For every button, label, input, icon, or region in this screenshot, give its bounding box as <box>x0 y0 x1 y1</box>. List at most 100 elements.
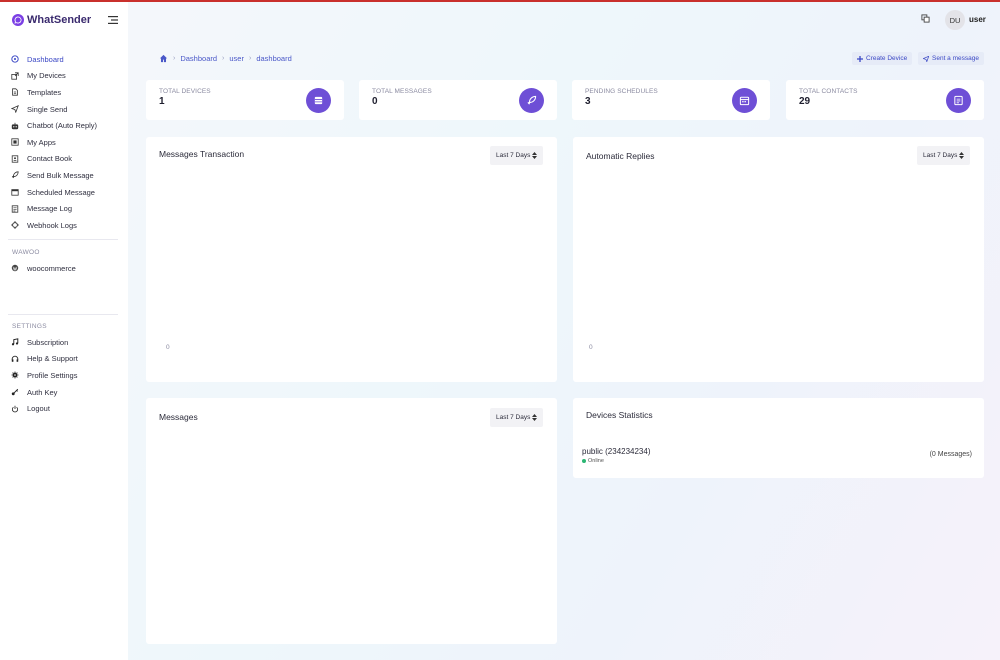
stat-label: TOTAL MESSAGES <box>372 88 432 95</box>
sidebar-item-message-log[interactable]: Message Log <box>10 200 122 217</box>
sidebar-item-scheduled-message[interactable]: Scheduled Message <box>10 184 122 201</box>
messages-transaction-card: Messages Transaction Last 7 Days 0 <box>146 137 557 382</box>
sidebar-item-subscription[interactable]: Subscription <box>10 334 122 351</box>
sidebar-section-settings: SETTINGS <box>12 323 47 330</box>
sidebar-divider <box>8 314 118 315</box>
breadcrumb-separator: › <box>173 55 176 62</box>
sidebar-item-label: Auth Key <box>27 387 58 397</box>
sidebar-nav-wawoo: woocommerce <box>10 260 122 277</box>
menu-toggle-icon[interactable] <box>108 16 118 24</box>
breadcrumb-item-current: dashboard <box>256 54 292 63</box>
sidebar-item-label: Subscription <box>27 337 69 347</box>
sidebar-item-chatbot[interactable]: Chatbot (Auto Reply) <box>10 117 122 134</box>
stat-card-total-messages: TOTAL MESSAGES 0 <box>359 80 557 120</box>
sidebar-item-label: Scheduled Message <box>27 187 95 197</box>
breadcrumb-item-dashboard[interactable]: Dashboard <box>180 54 217 63</box>
sidebar-divider <box>8 239 118 240</box>
key-icon <box>10 387 20 397</box>
paper-plane-icon <box>10 104 20 114</box>
sent-message-button[interactable]: Sent a message <box>918 52 984 65</box>
card-title: Devices Statistics <box>586 410 653 420</box>
range-select[interactable]: Last 7 Days <box>490 146 544 165</box>
webhook-icon <box>10 220 20 230</box>
sidebar-item-label: Chatbot (Auto Reply) <box>27 121 98 131</box>
range-select[interactable]: Last 7 Days <box>490 408 544 427</box>
stat-value: 29 <box>799 96 811 107</box>
sidebar-item-label: Help & Support <box>27 354 78 364</box>
paper-plane-icon <box>923 55 929 62</box>
sidebar-item-dashboard[interactable]: Dashboard <box>10 51 122 68</box>
sidebar-nav: Dashboard My Devices Templates Single Se… <box>10 51 122 234</box>
sidebar-item-help-support[interactable]: Help & Support <box>10 351 122 368</box>
sidebar-item-label: My Devices <box>27 71 66 81</box>
sidebar-item-label: Webhook Logs <box>27 220 77 230</box>
online-dot-icon <box>582 459 586 463</box>
sidebar-item-label: Dashboard <box>27 54 64 64</box>
sidebar-item-single-send[interactable]: Single Send <box>10 101 122 118</box>
sidebar-item-label: Profile Settings <box>27 370 78 380</box>
brand[interactable]: WhatSender <box>12 14 91 26</box>
music-icon <box>10 337 20 347</box>
avatar[interactable]: DU <box>945 10 965 30</box>
whatsapp-logo-icon <box>12 14 24 26</box>
external-link-icon <box>10 71 20 81</box>
sort-caret-icon <box>959 152 965 159</box>
contact-book-icon <box>10 154 20 164</box>
contacts-icon <box>946 88 971 113</box>
stat-value: 0 <box>372 96 378 107</box>
gear-icon <box>10 370 20 380</box>
copy-icon[interactable] <box>921 14 930 23</box>
sidebar-item-contact-book[interactable]: Contact Book <box>10 151 122 168</box>
range-select-label: Last 7 Days <box>496 414 531 421</box>
device-status-label: Online <box>588 458 604 464</box>
breadcrumb-separator: › <box>222 55 225 62</box>
stat-label: TOTAL CONTACTS <box>799 88 858 95</box>
stat-card-total-devices: TOTAL DEVICES 1 <box>146 80 344 120</box>
range-select-label: Last 7 Days <box>496 152 531 159</box>
sidebar-item-label: Templates <box>27 87 62 97</box>
sidebar-section-wawoo: WAWOO <box>12 249 40 256</box>
stat-card-total-contacts: TOTAL CONTACTS 29 <box>786 80 984 120</box>
range-select[interactable]: Last 7 Days <box>917 146 971 165</box>
sidebar-item-my-devices[interactable]: My Devices <box>10 68 122 85</box>
username[interactable]: user <box>969 15 986 24</box>
sidebar-item-label: Single Send <box>27 104 68 114</box>
sidebar-nav-settings: Subscription Help & Support Profile Sett… <box>10 334 122 417</box>
device-name[interactable]: public (234234234) <box>582 447 651 456</box>
range-select-label: Last 7 Days <box>923 152 958 159</box>
sidebar-item-logout[interactable]: Logout <box>10 400 122 417</box>
device-status: Online <box>582 458 604 464</box>
plus-icon <box>857 55 863 62</box>
card-title: Messages Transaction <box>159 149 245 159</box>
sidebar-item-label: Message Log <box>27 204 73 214</box>
sidebar-item-profile-settings[interactable]: Profile Settings <box>10 367 122 384</box>
sidebar: WhatSender Dashboard My Devices Template… <box>0 2 128 660</box>
card-title: Automatic Replies <box>586 151 655 161</box>
server-icon <box>306 88 331 113</box>
card-title: Messages <box>159 412 198 422</box>
home-icon[interactable] <box>159 54 168 63</box>
sort-caret-icon <box>532 414 538 421</box>
breadcrumb-item-user[interactable]: user <box>229 54 244 63</box>
robot-icon <box>10 121 20 131</box>
chart-axis-zero: 0 <box>166 344 170 351</box>
rocket-icon <box>519 88 544 113</box>
sent-message-label: Sent a message <box>932 55 979 62</box>
power-icon <box>10 404 20 414</box>
sidebar-item-templates[interactable]: Templates <box>10 84 122 101</box>
sort-caret-icon <box>532 152 538 159</box>
sidebar-item-auth-key[interactable]: Auth Key <box>10 384 122 401</box>
sidebar-item-label: woocommerce <box>27 263 76 273</box>
sidebar-item-label: Logout <box>27 404 50 414</box>
chart-axis-zero: 0 <box>589 344 593 351</box>
sidebar-item-label: My Apps <box>27 137 56 147</box>
sidebar-item-webhook-logs[interactable]: Webhook Logs <box>10 217 122 234</box>
create-device-button[interactable]: Create Device <box>852 52 913 65</box>
breadcrumb-separator: › <box>248 55 252 62</box>
breadcrumb: › Dashboard › user › dashboard <box>159 54 292 63</box>
sidebar-item-my-apps[interactable]: My Apps <box>10 134 122 151</box>
sidebar-item-woocommerce[interactable]: woocommerce <box>10 260 122 277</box>
devices-statistics-card: Devices Statistics public (234234234) On… <box>573 398 984 478</box>
stat-card-pending-schedules: PENDING SCHEDULES 3 <box>572 80 770 120</box>
sidebar-item-send-bulk-message[interactable]: Send Bulk Message <box>10 167 122 184</box>
